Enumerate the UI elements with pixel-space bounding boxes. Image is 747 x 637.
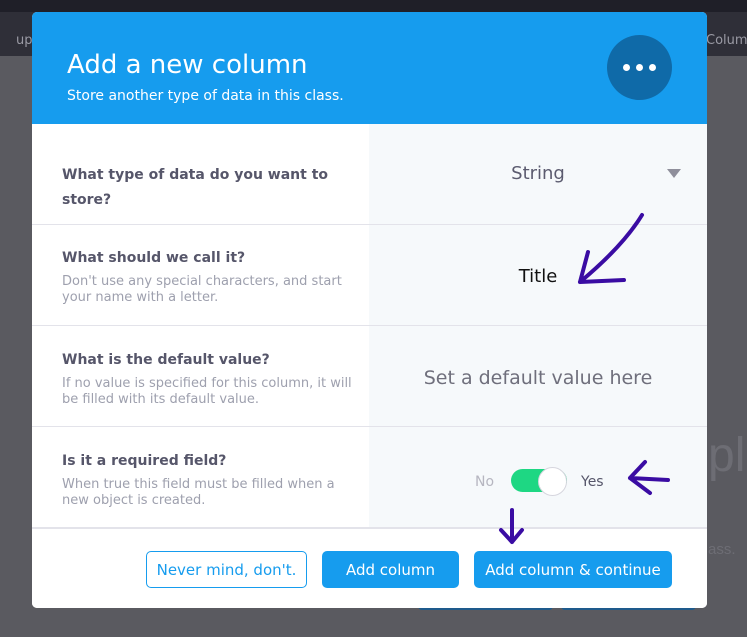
toggle-no-label: No: [475, 474, 495, 490]
required-description: When true this field must be filled when…: [62, 477, 335, 508]
cancel-button[interactable]: Never mind, don't.: [146, 551, 307, 588]
more-dots-icon: [607, 35, 672, 100]
field-row-default: What is the default value? If no value i…: [32, 326, 707, 427]
column-name-input[interactable]: [369, 262, 707, 290]
add-column-button[interactable]: Add column: [322, 551, 459, 588]
background-body-text: ass.: [708, 541, 736, 558]
required-toggle[interactable]: [511, 467, 567, 496]
default-description: If no value is specified for this column…: [62, 376, 352, 407]
type-select[interactable]: String: [369, 124, 707, 224]
toolbar-right-text: Column: [706, 33, 747, 48]
default-label: What is the default value?: [62, 352, 270, 368]
toggle-knob: [538, 467, 567, 496]
name-description: Don't use any special characters, and st…: [62, 274, 342, 305]
default-value-input[interactable]: [369, 364, 707, 392]
field-row-name: What should we call it? Don't use any sp…: [32, 225, 707, 326]
type-label: What type of data do you want to store?: [62, 167, 329, 208]
type-select-value: String: [511, 163, 565, 184]
add-column-dialog: Add a new column Store another type of d…: [32, 12, 707, 608]
toggle-yes-label: Yes: [581, 474, 604, 490]
name-label: What should we call it?: [62, 250, 246, 266]
required-label: Is it a required field?: [62, 453, 227, 469]
dialog-subtitle: Store another type of data in this class…: [67, 88, 344, 104]
more-options-button[interactable]: [607, 35, 672, 100]
chevron-down-icon: [667, 169, 681, 178]
toolbar-left-text: up: [16, 33, 33, 48]
add-column-continue-button[interactable]: Add column & continue: [474, 551, 672, 588]
dialog-header: Add a new column Store another type of d…: [32, 12, 707, 124]
dialog-title: Add a new column: [67, 50, 308, 80]
app-topbar: [0, 0, 747, 12]
field-row-required: Is it a required field? When true this f…: [32, 427, 707, 528]
field-row-type: What type of data do you want to store? …: [32, 124, 707, 225]
background-heading-text: pla: [708, 429, 747, 482]
dialog-footer: Never mind, don't. Add column Add column…: [32, 528, 707, 608]
